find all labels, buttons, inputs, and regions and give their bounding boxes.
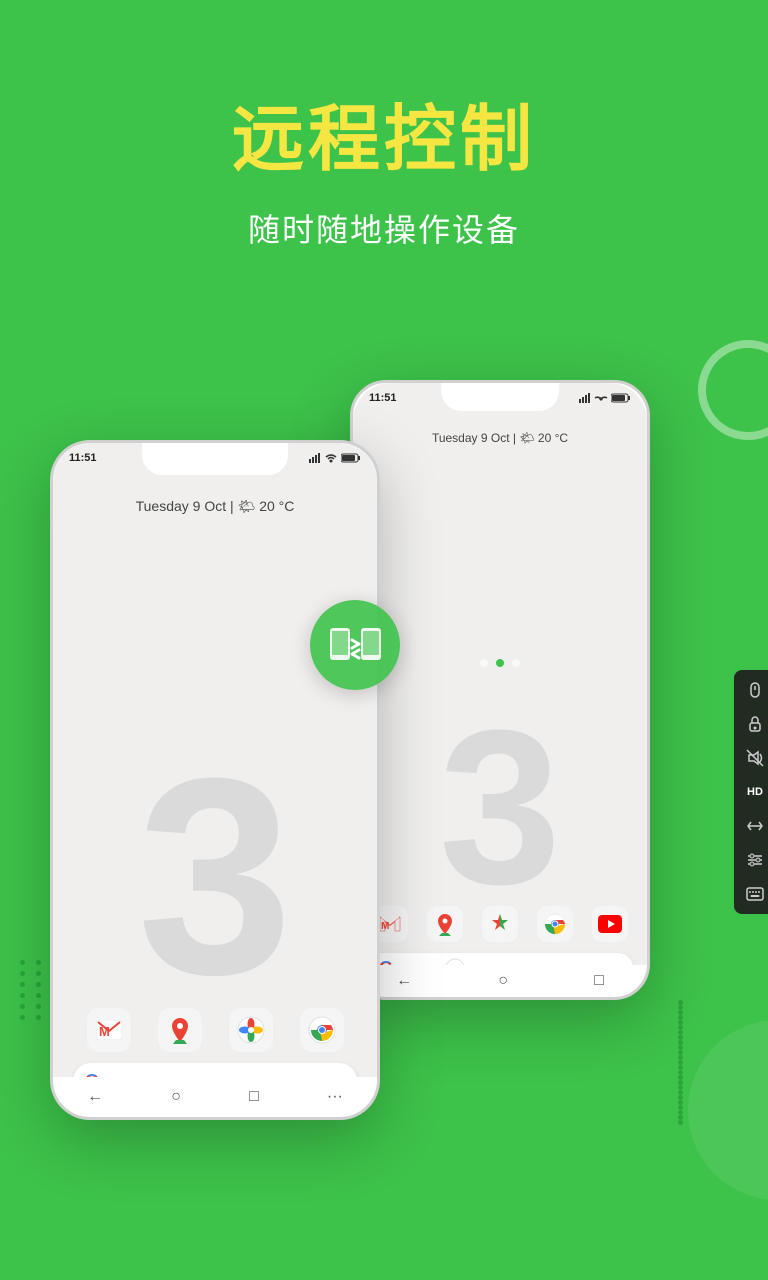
screen-dot-3 (512, 659, 520, 667)
subtitle: 随时随地操作设备 (0, 205, 768, 251)
svg-text:M: M (381, 921, 389, 932)
sync-icon-svg (328, 620, 383, 670)
front-maps-icon[interactable] (158, 1008, 202, 1052)
phone-back-date: Tuesday 9 Oct | 🌤 20 °C (353, 431, 647, 445)
phone-front-time: 11:51 (69, 452, 97, 464)
toolbar-sound-btn[interactable] (737, 742, 768, 774)
toolbar-hd-btn[interactable]: HD (737, 776, 768, 808)
front-photos-icon[interactable] (229, 1008, 273, 1052)
toolbar-lock-btn[interactable] (737, 708, 768, 740)
phone-back-screen-dots (480, 659, 520, 667)
front-nav-back-btn[interactable]: ← (87, 1088, 103, 1106)
phone-front: 11:51 (50, 440, 380, 1120)
main-title: 远程控制 (0, 80, 768, 185)
front-nav-recent-btn[interactable]: □ (249, 1088, 259, 1106)
signal-icon (579, 393, 591, 403)
phones-container: 11:51 (0, 320, 768, 1220)
front-wifi-icon (324, 453, 338, 463)
front-nav-more-btn[interactable]: ··· (327, 1088, 343, 1106)
phone-back-watermark: 3 (439, 697, 561, 917)
screen-dot-1 (480, 659, 488, 667)
front-battery-icon (341, 453, 361, 463)
toolbar-mouse-btn[interactable] (737, 674, 768, 706)
phone-front-status-icons (309, 453, 361, 463)
phone-back-status-bar: 11:51 (353, 383, 647, 413)
phone-back-power-button (647, 503, 650, 553)
phone-back-app-icons: M (353, 906, 647, 942)
sync-icon-circle (310, 600, 400, 690)
front-nav-home-btn[interactable]: ○ (171, 1088, 181, 1106)
nav-home-btn[interactable]: ○ (498, 972, 508, 990)
phone-back-status-icons (579, 393, 631, 403)
phone-back-shell: 11:51 (350, 380, 650, 1000)
front-signal-icon (309, 453, 321, 463)
toolbar-quality-btn[interactable] (737, 810, 768, 842)
front-gmail-icon[interactable]: M (87, 1008, 131, 1052)
youtube-icon[interactable] (592, 906, 628, 942)
phone-front-screen: 11:51 (53, 443, 377, 1117)
toolbar-settings-btn[interactable] (737, 844, 768, 876)
front-chrome-icon[interactable] (300, 1008, 344, 1052)
photos-icon[interactable] (482, 906, 518, 942)
phone-front-app-icons: M (53, 1008, 377, 1052)
phone-back-screen: 11:51 (353, 383, 647, 997)
nav-recent-btn[interactable]: □ (594, 972, 604, 990)
screen-dot-2 (496, 659, 504, 667)
nav-back-btn[interactable]: ← (396, 972, 412, 990)
phone-front-nav-bar: ← ○ □ ··· (53, 1077, 377, 1117)
phone-back: 11:51 (350, 380, 650, 1000)
chrome-icon[interactable] (537, 906, 573, 942)
phone-back-time: 11:51 (369, 392, 397, 404)
header: 远程控制 随时随地操作设备 (0, 0, 768, 271)
phone-front-date: Tuesday 9 Oct | 🌤 20 °C (53, 498, 377, 515)
toolbar-keyboard-btn[interactable] (737, 878, 768, 910)
wifi-icon (594, 393, 608, 403)
battery-icon (611, 393, 631, 403)
phone-back-nav-bar: ← ○ □ (353, 965, 647, 997)
svg-text:M: M (99, 1024, 110, 1039)
phone-front-status-bar: 11:51 (53, 443, 377, 473)
page-container: 远程控制 随时随地操作设备 11:51 (0, 0, 768, 1280)
control-toolbar: HD (734, 670, 768, 914)
phone-front-watermark: 3 (137, 737, 293, 1017)
phone-front-shell: 11:51 (50, 440, 380, 1120)
maps-icon[interactable] (427, 906, 463, 942)
